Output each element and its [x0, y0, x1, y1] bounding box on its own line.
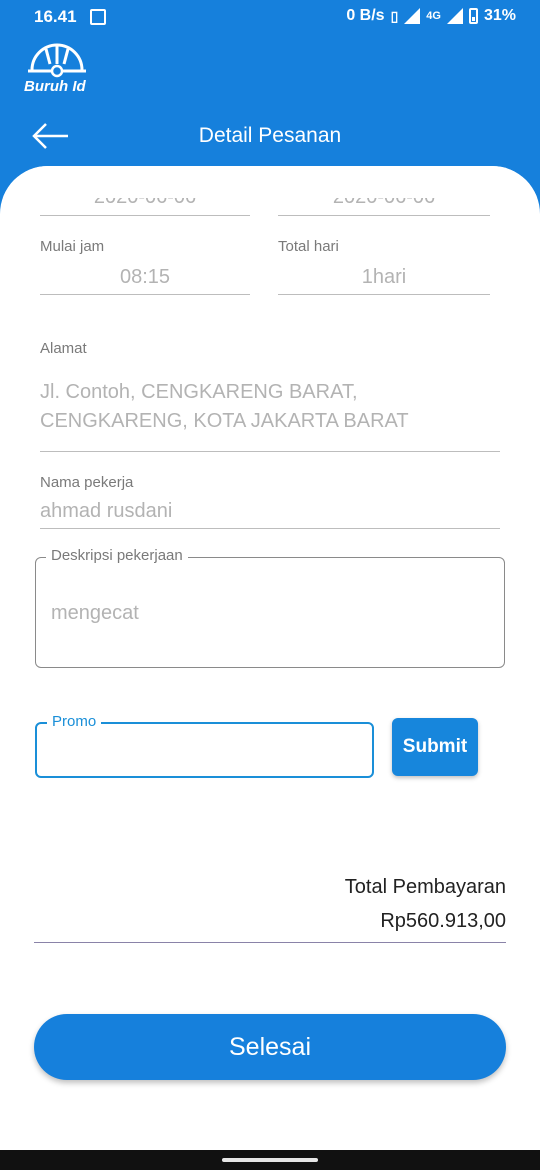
vibrate-icon: ▯: [390, 7, 399, 24]
order-detail-card: 2020-06-06 2020-06-06 Mulai jam 08:15 To…: [0, 166, 540, 1150]
submit-promo-button[interactable]: Submit: [392, 718, 478, 776]
promo-field[interactable]: Promo: [35, 713, 374, 778]
end-date-underline: [278, 215, 490, 216]
page-title: Detail Pesanan: [198, 124, 342, 147]
total-payment-label: Total Pembayaran: [344, 876, 506, 898]
network-type: 4G: [426, 10, 441, 22]
address-label: Alamat: [40, 340, 87, 357]
home-gesture-handle[interactable]: [222, 1158, 318, 1162]
total-payment-value: Rp560.913,00: [380, 910, 506, 932]
network-speed: 0 B/s: [346, 7, 385, 24]
description-value: mengecat: [51, 602, 139, 624]
promo-label: Promo: [47, 713, 102, 730]
start-time-underline: [40, 294, 250, 295]
start-time-label: Mulai jam: [40, 238, 105, 255]
address-underline: [40, 451, 500, 452]
battery-icon: [468, 8, 478, 24]
helmet-logo-icon: [28, 43, 86, 78]
worker-name-field[interactable]: ahmad rusdani: [40, 500, 172, 523]
description-field[interactable]: Deskripsi pekerjaan mengecat: [35, 547, 505, 668]
logo-text: Buruh Id: [24, 78, 86, 95]
status-indicators: 0 B/s ▯ 4G 31%: [346, 7, 516, 25]
gallery-notification-icon: [90, 9, 106, 25]
start-time-field[interactable]: 08:15: [40, 266, 250, 289]
scroll-mask: [0, 166, 540, 198]
signal-icon-2: [446, 8, 463, 24]
total-days-underline: [278, 294, 490, 295]
status-bar: 16.41 0 B/s ▯ 4G 31%: [0, 0, 540, 34]
worker-name-underline: [40, 528, 500, 529]
app-logo: Buruh Id: [24, 40, 90, 96]
total-divider: [34, 942, 506, 943]
status-time: 16.41: [34, 7, 77, 26]
navigation-bar: [0, 1150, 540, 1170]
total-days-label: Total hari: [278, 238, 339, 255]
address-field[interactable]: Jl. Contoh, CENGKARENG BARAT, CENGKARENG…: [40, 378, 510, 436]
signal-icon: [404, 8, 421, 24]
finish-button[interactable]: Selesai: [34, 1014, 506, 1080]
worker-name-label: Nama pekerja: [40, 474, 134, 491]
start-date-underline: [40, 215, 250, 216]
description-label: Deskripsi pekerjaan: [46, 547, 188, 564]
promo-input[interactable]: [49, 740, 353, 763]
battery-percent: 31%: [483, 7, 516, 24]
total-days-field[interactable]: 1hari: [278, 266, 490, 289]
